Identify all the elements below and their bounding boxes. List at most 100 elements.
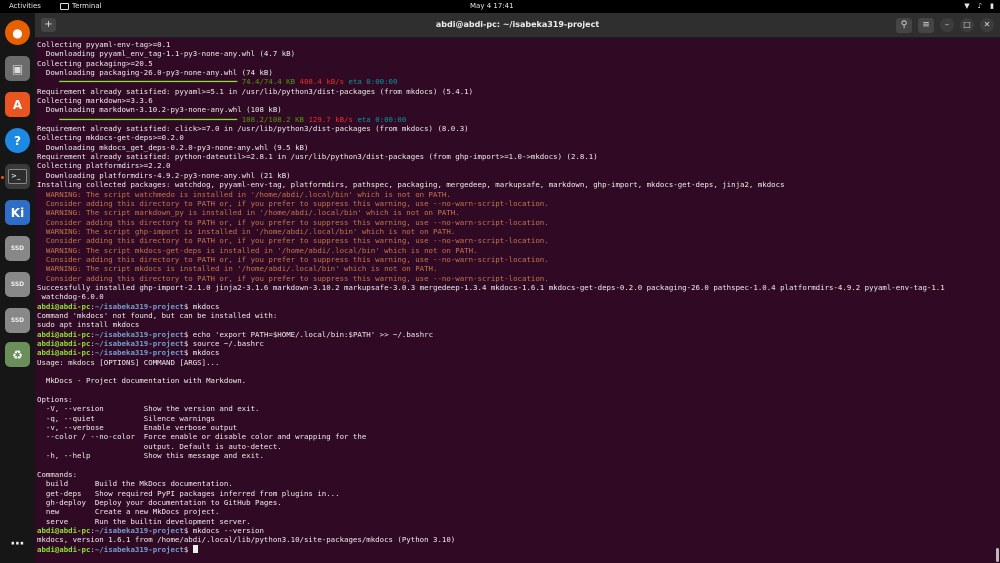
menu-button[interactable]: ≡ bbox=[918, 18, 934, 33]
files-icon[interactable]: ▣ bbox=[5, 56, 30, 81]
system-tray[interactable]: ▼ ♪ ▮ bbox=[964, 2, 994, 10]
output-line: Collecting markdown>=3.3.6 bbox=[37, 96, 945, 105]
text: Collecting platformdirs>=2.2.0 bbox=[37, 161, 171, 171]
text: Collecting pyyaml-env-tag>=0.1 bbox=[37, 40, 171, 49]
output-line: WARNING: The script markdown_py is insta… bbox=[37, 208, 945, 217]
text: -v, --verbose Enable verbose output bbox=[37, 423, 238, 433]
text: serve Run the builtin development server… bbox=[37, 516, 251, 526]
pp-text: ~/isabeka319-project bbox=[94, 339, 184, 348]
firefox-icon[interactable]: ● bbox=[5, 20, 30, 45]
output-line: Requirement already satisfied: python-da… bbox=[37, 152, 945, 161]
text: Requirement already satisfied: python-da… bbox=[37, 152, 598, 162]
help-icon[interactable]: ? bbox=[5, 128, 30, 153]
text: Usage: mkdocs [OPTIONS] COMMAND [ARGS]..… bbox=[37, 357, 220, 367]
output-line: WARNING: The script mkdocs is installed … bbox=[37, 264, 945, 273]
cursor bbox=[192, 544, 198, 553]
text: Options: bbox=[37, 395, 73, 405]
text: output. Default is auto-detect. bbox=[37, 441, 282, 451]
text: Collecting mkdocs-get-deps>=0.2.0 bbox=[37, 133, 184, 143]
clock[interactable]: May 4 17:41 bbox=[470, 2, 514, 10]
kiro-icon[interactable]: Ki bbox=[5, 200, 30, 225]
text: MkDocs - Project documentation with Mark… bbox=[37, 376, 247, 386]
output-line: Downloading packaging-26.0-py3-none-any.… bbox=[37, 68, 945, 77]
terminal-icon[interactable]: >_ bbox=[5, 164, 30, 189]
minimize-button[interactable]: – bbox=[940, 18, 954, 32]
text: Installing collected packages: watchdog,… bbox=[37, 180, 785, 190]
close-button[interactable]: ✕ bbox=[980, 18, 994, 32]
output-line: Consider adding this directory to PATH o… bbox=[37, 255, 945, 264]
ssd-drive-icon[interactable]: SSD bbox=[5, 236, 30, 261]
output-line: build Build the MkDocs documentation. bbox=[37, 479, 945, 488]
trash-icon[interactable]: ♻ bbox=[5, 342, 30, 367]
output-line: Requirement already satisfied: click>=7.… bbox=[37, 124, 945, 133]
text: Commands: bbox=[37, 469, 78, 479]
text: Downloading markdown-3.10.2-py3-none-any… bbox=[37, 105, 282, 115]
text: --color / --no-color Force enable or dis… bbox=[37, 432, 367, 442]
warn-text: Consider adding this directory to PATH o… bbox=[37, 236, 549, 246]
pu-text: abdi@abdi-pc bbox=[37, 544, 91, 554]
terminal-small-icon bbox=[60, 2, 69, 10]
ssd-drive-icon[interactable]: SSD bbox=[5, 308, 30, 333]
output-line: Consider adding this directory to PATH o… bbox=[37, 236, 945, 245]
network-icon: ▼ bbox=[964, 2, 970, 10]
terminal-titlebar: + abdi@abdi-pc: ~/isabeka319-project ⚲ ≡… bbox=[35, 13, 1000, 38]
pu-text: abdi@abdi-pc bbox=[37, 525, 91, 535]
text: mkdocs, version 1.6.1 from /home/abdi/.l… bbox=[37, 535, 456, 545]
output-line: Downloading mkdocs_get_deps-0.2.0-py3-no… bbox=[37, 143, 945, 152]
output-line: Requirement already satisfied: pyyaml>=5… bbox=[37, 87, 945, 96]
output-line: Downloading pyyaml_env_tag-1.1-py3-none-… bbox=[37, 49, 945, 58]
prompt-line: abdi@abdi-pc:~/isabeka319-project$ sourc… bbox=[37, 339, 264, 348]
pp-text: ~/isabeka319-project bbox=[94, 329, 184, 339]
output-line: Collecting mkdocs-get-deps>=0.2.0 bbox=[37, 133, 945, 142]
dock: ● ▣ A ? >_ Ki SSD SSD SSD ♻ ⋯ bbox=[0, 13, 35, 563]
text: Collecting markdown>=3.3.6 bbox=[37, 96, 153, 106]
pp-text: ~/isabeka319-project bbox=[94, 544, 184, 554]
output-line: watchdog-6.0.0 bbox=[37, 292, 945, 301]
terminal-glyph: >_ bbox=[8, 169, 27, 184]
text: Downloading platformdirs-4.9.2-py3-none-… bbox=[37, 170, 291, 180]
rate-text: 129.7 kB/s bbox=[308, 114, 353, 124]
pu-text: abdi@abdi-pc bbox=[37, 301, 91, 311]
text: get-deps Show required PyPI packages inf… bbox=[37, 488, 340, 498]
cmd-text: echo 'export PATH=$HOME/.local/bin:$PATH… bbox=[188, 329, 434, 339]
output-line: get-deps Show required PyPI packages inf… bbox=[37, 489, 945, 498]
warn-text: WARNING: The script markdown_py is insta… bbox=[37, 208, 460, 218]
battery-icon: ▮ bbox=[990, 2, 994, 10]
text: Requirement already satisfied: click>=7.… bbox=[37, 124, 469, 134]
app-center-icon[interactable]: A bbox=[5, 92, 30, 117]
output-line: WARNING: The script watchmedo is install… bbox=[37, 190, 945, 199]
output-line: Collecting platformdirs>=2.2.0 bbox=[37, 161, 945, 170]
output-line: Usage: mkdocs [OPTIONS] COMMAND [ARGS]..… bbox=[37, 358, 945, 367]
text: new Create a new MkDocs project. bbox=[37, 507, 220, 517]
terminal-output[interactable]: Collecting pyyaml-env-tag>=0.1 Downloadi… bbox=[35, 38, 1000, 563]
scrollbar[interactable] bbox=[996, 548, 999, 562]
text: -V, --version Show the version and exit. bbox=[37, 404, 260, 414]
text: -q, --quiet Silence warnings bbox=[37, 413, 215, 423]
output-line: Options: bbox=[37, 395, 945, 404]
cmd-text: source ~/.bashrc bbox=[188, 339, 264, 348]
progress-line: ━━━━━━━━━━━━━━━━━━━━━━━━━━━━━━━━━━━━━━━━… bbox=[37, 77, 945, 86]
maximize-button[interactable]: □ bbox=[960, 18, 974, 32]
progress-line: ━━━━━━━━━━━━━━━━━━━━━━━━━━━━━━━━━━━━━━━━… bbox=[37, 115, 945, 124]
eta-text: eta 0:00:00 bbox=[348, 77, 398, 87]
output-line: Downloading platformdirs-4.9.2-py3-none-… bbox=[37, 171, 945, 180]
activities-button[interactable]: Activities bbox=[9, 2, 41, 10]
app-menu[interactable]: Terminal bbox=[60, 2, 102, 10]
terminal-lines: Collecting pyyaml-env-tag>=0.1 Downloadi… bbox=[37, 40, 945, 554]
output-line: Consider adding this directory to PATH o… bbox=[37, 218, 945, 227]
output-line: Commands: bbox=[37, 470, 945, 479]
show-apps-icon[interactable]: ⋯ bbox=[5, 531, 30, 556]
text: Collecting packaging>=20.5 bbox=[37, 58, 153, 68]
cmd-text: mkdocs bbox=[188, 301, 220, 311]
cmd-text: mkdocs --version bbox=[188, 525, 264, 535]
search-button[interactable]: ⚲ bbox=[896, 18, 912, 33]
bar-text: ━━━━━━━━━━━━━━━━━━━━━━━━━━━━━━━━━━━━━━━━ bbox=[59, 77, 238, 87]
ssd-drive-icon[interactable]: SSD bbox=[5, 272, 30, 297]
warn-text: Consider adding this directory to PATH o… bbox=[37, 217, 549, 227]
warn-text: WARNING: The script ghp-import is instal… bbox=[37, 226, 456, 236]
text: Command 'mkdocs' not found, but can be i… bbox=[37, 310, 278, 320]
pu-text: abdi@abdi-pc bbox=[37, 329, 91, 339]
output-line: -h, --help Show this message and exit. bbox=[37, 451, 945, 460]
